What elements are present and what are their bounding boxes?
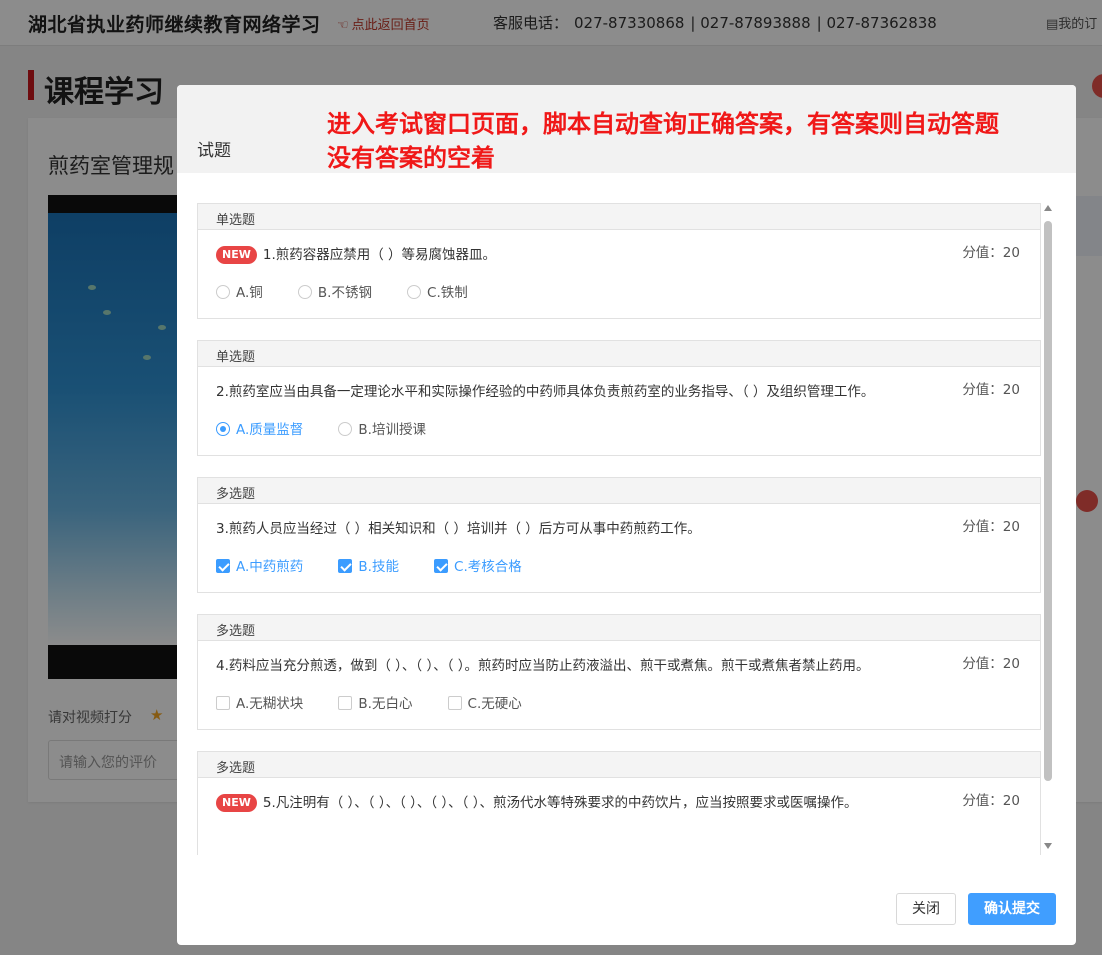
radio-button[interactable] [216, 284, 230, 299]
checkbox[interactable] [338, 695, 353, 710]
option-b[interactable]: B.不锈钢 [297, 281, 372, 301]
option-label: B.无白心 [358, 695, 413, 712]
question-stem: 1.煎药容器应禁用（ ）等易腐蚀器皿。 [262, 247, 497, 263]
option-c[interactable]: C.无硬心 [447, 692, 522, 712]
option-label: B.技能 [358, 558, 399, 575]
scrollbar[interactable] [1041, 203, 1055, 855]
question-card: 单选题 2.煎药室应当由具备一定理论水平和实际操作经验的中药师具体负责煎药室的业… [197, 340, 1041, 456]
question-text: 4.药料应当充分煎透，做到（ ）、（ ）、（ ）。煎药时应当防止药液溢出、煎干或… [216, 653, 1022, 679]
question-card: 多选题 3.煎药人员应当经过（ ）相关知识和（ ）培训并（ ）后方可从事中药煎药… [197, 477, 1041, 593]
checkbox-checked[interactable] [216, 558, 230, 573]
submit-button[interactable]: 确认提交 [968, 893, 1056, 925]
question-score: 分值：20 [962, 382, 1020, 398]
question-card: 单选题 NEW 1.煎药容器应禁用（ ）等易腐蚀器皿。 分值：20 A.铜 B.不… [197, 203, 1041, 319]
new-badge: NEW [216, 246, 257, 264]
radio-button[interactable] [407, 284, 422, 299]
option-a[interactable]: A.无糊状块 [216, 692, 303, 712]
scroll-up-arrow-icon[interactable] [1044, 205, 1052, 211]
option-a[interactable]: A.中药煎药 [216, 555, 303, 575]
question-list[interactable]: 单选题 NEW 1.煎药容器应禁用（ ）等易腐蚀器皿。 分值：20 A.铜 B.不… [197, 203, 1041, 855]
question-score: 分值：20 [962, 656, 1020, 672]
annotation-line: 没有答案的空着 [327, 144, 495, 172]
question-type: 单选题 [198, 204, 1040, 230]
option-label: B.培训授课 [358, 421, 426, 438]
question-score: 分值：20 [962, 793, 1020, 809]
question-text: NEW 5.凡注明有（ ）、（ ）、（ ）、（ ）、（ ）、煎汤代水等特殊要求的中… [216, 790, 1022, 816]
scrollbar-thumb[interactable] [1044, 221, 1052, 781]
option-label: C.考核合格 [454, 558, 522, 575]
option-c[interactable]: C.铁制 [407, 281, 468, 301]
option-c[interactable]: C.考核合格 [434, 555, 522, 575]
annotation-line: 进入考试窗口页面，脚本自动查询正确答案，有答案则自动答题 [327, 110, 999, 138]
modal-header: 试题 进入考试窗口页面，脚本自动查询正确答案，有答案则自动答题 没有答案的空着 [177, 85, 1076, 173]
question-type: 多选题 [198, 752, 1040, 778]
question-stem: 4.药料应当充分煎透，做到（ ）、（ ）、（ ）。煎药时应当防止药液溢出、煎干或… [216, 658, 870, 674]
question-card: 多选题 4.药料应当充分煎透，做到（ ）、（ ）、（ ）。煎药时应当防止药液溢出… [197, 614, 1041, 730]
question-stem: 2.煎药室应当由具备一定理论水平和实际操作经验的中药师具体负责煎药室的业务指导、… [216, 384, 875, 400]
checkbox-checked[interactable] [434, 558, 449, 573]
question-type: 单选题 [198, 341, 1040, 367]
question-score: 分值：20 [962, 245, 1020, 261]
option-label: A.无糊状块 [236, 695, 304, 712]
checkbox[interactable] [216, 695, 230, 710]
option-label: A.中药煎药 [236, 558, 304, 575]
option-a[interactable]: A.铜 [216, 281, 263, 301]
option-b[interactable]: B.技能 [338, 555, 399, 575]
radio-button-checked[interactable] [216, 421, 230, 436]
script-annotation: 进入考试窗口页面，脚本自动查询正确答案，有答案则自动答题 没有答案的空着 [327, 107, 1072, 175]
checkbox-checked[interactable] [338, 558, 353, 573]
question-stem: 5.凡注明有（ ）、（ ）、（ ）、（ ）、（ ）、煎汤代水等特殊要求的中药饮片… [262, 795, 858, 811]
radio-button[interactable] [338, 421, 353, 436]
checkbox[interactable] [447, 695, 462, 710]
new-badge: NEW [216, 794, 257, 812]
question-text: 2.煎药室应当由具备一定理论水平和实际操作经验的中药师具体负责煎药室的业务指导、… [216, 379, 1022, 405]
option-label: C.无硬心 [467, 695, 522, 712]
question-stem: 3.煎药人员应当经过（ ）相关知识和（ ）培训并（ ）后方可从事中药煎药工作。 [216, 521, 701, 537]
option-label: A.铜 [236, 284, 263, 301]
question-text: NEW 1.煎药容器应禁用（ ）等易腐蚀器皿。 [216, 242, 1022, 268]
question-card: 多选题 NEW 5.凡注明有（ ）、（ ）、（ ）、（ ）、（ ）、煎汤代水等特殊… [197, 751, 1041, 855]
option-b[interactable]: B.无白心 [338, 692, 412, 712]
question-type: 多选题 [198, 615, 1040, 641]
question-type: 多选题 [198, 478, 1040, 504]
question-score: 分值：20 [962, 519, 1020, 535]
exam-modal: 试题 进入考试窗口页面，脚本自动查询正确答案，有答案则自动答题 没有答案的空着 … [177, 85, 1076, 945]
modal-title: 试题 [197, 141, 231, 161]
scroll-down-arrow-icon[interactable] [1044, 843, 1052, 849]
option-label: A.质量监督 [236, 421, 304, 438]
radio-button[interactable] [297, 284, 312, 299]
close-button[interactable]: 关闭 [896, 893, 956, 925]
question-text: 3.煎药人员应当经过（ ）相关知识和（ ）培训并（ ）后方可从事中药煎药工作。 [216, 516, 1022, 542]
option-b[interactable]: B.培训授课 [338, 418, 426, 438]
option-a[interactable]: A.质量监督 [216, 418, 303, 438]
option-label: B.不锈钢 [317, 284, 372, 301]
option-label: C.铁制 [427, 284, 468, 301]
